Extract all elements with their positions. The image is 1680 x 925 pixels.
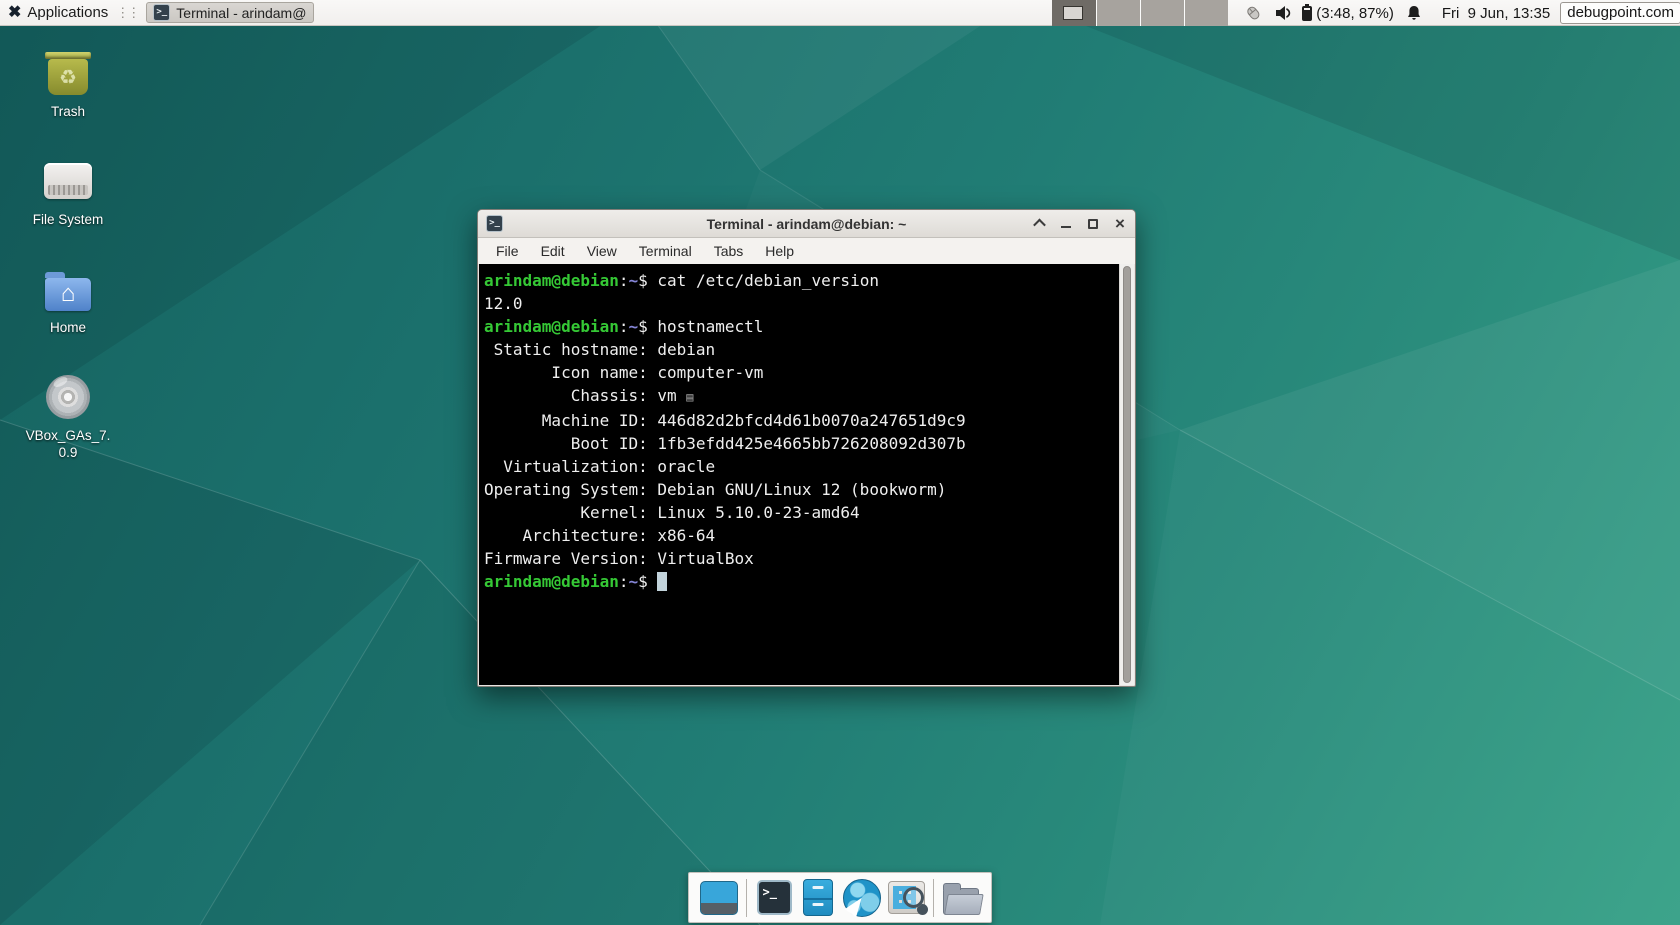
terminal-line: arindam@debian:~$ [484, 570, 1117, 593]
terminal-line: Static hostname: debian [484, 338, 1117, 361]
workspace-window-preview [1063, 6, 1083, 20]
disc-icon [46, 375, 90, 419]
workspace-4[interactable] [1184, 0, 1228, 26]
menu-item-view[interactable]: View [577, 240, 627, 262]
scrollbar-thumb[interactable] [1123, 266, 1131, 683]
desktop-icon-disc[interactable]: VBox_GAs_7.0.9 [16, 370, 120, 462]
show-desktop-icon [700, 881, 738, 915]
titlebar[interactable]: Terminal - arindam@debian: ~ × [478, 210, 1135, 238]
battery-indicator[interactable]: (3:48, 87%) [1302, 5, 1394, 22]
desktop-icon-label: File System [22, 212, 114, 229]
menubar: FileEditViewTerminalTabsHelp [478, 238, 1135, 264]
maximize-button[interactable] [1086, 217, 1100, 231]
folder-icon [943, 888, 979, 915]
applications-label: Applications [27, 4, 108, 21]
terminal-line: Icon name: computer-vm [484, 361, 1117, 384]
taskbar-button-terminal[interactable]: Terminal - arindam@de... [146, 2, 314, 23]
terminal-line: Firmware Version: VirtualBox [484, 547, 1117, 570]
battery-icon [1302, 6, 1312, 21]
xfce-logo-icon: ✖ [8, 5, 21, 21]
dock-item-web-browser[interactable] [840, 876, 884, 920]
minimize-button[interactable] [1059, 217, 1073, 231]
shade-button[interactable] [1032, 217, 1046, 231]
scrollbar[interactable] [1119, 264, 1134, 685]
terminal-line: Boot ID: 1fb3efdd425e4665bb726208092d307… [484, 432, 1117, 455]
terminal-line: Kernel: Linux 5.10.0-23-amd64 [484, 501, 1117, 524]
terminal-line: Architecture: x86-64 [484, 524, 1117, 547]
dock [688, 872, 992, 923]
menu-item-edit[interactable]: Edit [531, 240, 575, 262]
terminal-viewport[interactable]: arindam@debian:~$ cat /etc/debian_versio… [479, 264, 1119, 685]
terminal-body: arindam@debian:~$ cat /etc/debian_versio… [479, 264, 1134, 685]
menu-item-file[interactable]: File [486, 240, 529, 262]
dock-item-folder[interactable] [939, 876, 983, 920]
volume-icon[interactable] [1273, 3, 1293, 23]
desktop-icon-trash[interactable]: Trash [16, 46, 120, 121]
terminal-output: arindam@debian:~$ cat /etc/debian_versio… [484, 269, 1117, 593]
workspace-2[interactable] [1096, 0, 1140, 26]
panel-handle[interactable]: ⋮⋮ [116, 5, 138, 21]
filesystem-icon [44, 163, 92, 199]
dock-separator [746, 879, 747, 917]
terminal-line: Operating System: Debian GNU/Linux 12 (b… [484, 478, 1117, 501]
workspace-1[interactable] [1052, 0, 1096, 26]
menu-item-help[interactable]: Help [755, 240, 804, 262]
workspace-3[interactable] [1140, 0, 1184, 26]
genmon-widget[interactable]: debugpoint.com [1560, 2, 1680, 24]
desktop-icon-label: VBox_GAs_7.0.9 [22, 428, 114, 462]
desktop-icon-filesystem[interactable]: File System [16, 154, 120, 229]
taskbar-button-label: Terminal - arindam@de... [176, 5, 307, 21]
notification-bell-icon[interactable] [1405, 4, 1423, 22]
terminal-line: Chassis: vm ▤ [484, 384, 1117, 409]
dock-item-show-desktop[interactable] [697, 876, 741, 920]
chevron-up-icon [1033, 219, 1046, 232]
desktop-icon-label: Home [22, 320, 114, 337]
top-panel: ✖ Applications ⋮⋮ Terminal - arindam@de.… [0, 0, 1680, 26]
minimize-icon [1061, 226, 1071, 228]
desktop-icon-label: Trash [22, 104, 114, 121]
desktop-icon-home[interactable]: Home [16, 262, 120, 337]
dock-separator [933, 879, 934, 917]
terminal-line: Virtualization: oracle [484, 455, 1117, 478]
mouse-tray-icon[interactable] [1242, 2, 1264, 24]
terminal-line: 12.0 [484, 292, 1117, 315]
window-terminal-icon [486, 215, 503, 232]
dock-item-file-manager[interactable] [796, 876, 840, 920]
dock-item-terminal[interactable] [752, 876, 796, 920]
terminal-line: Machine ID: 446d82d2bfcd4d61b0070a247651… [484, 409, 1117, 432]
dock-item-app-finder[interactable] [884, 876, 928, 920]
close-icon: × [1115, 215, 1125, 232]
clock[interactable]: Fri 9 Jun, 13:35 [1442, 5, 1550, 22]
panel-right-section: (3:48, 87%) Fri 9 Jun, 13:35 debugpoint.… [1052, 0, 1680, 26]
home-icon [45, 278, 91, 311]
terminal-line: arindam@debian:~$ cat /etc/debian_versio… [484, 269, 1117, 292]
terminal-line: arindam@debian:~$ hostnamectl [484, 315, 1117, 338]
battery-label: (3:48, 87%) [1316, 5, 1394, 22]
terminal-icon [153, 4, 170, 21]
maximize-icon [1088, 219, 1098, 229]
terminal-window: Terminal - arindam@debian: ~ × FileEditV… [477, 209, 1136, 687]
menu-item-tabs[interactable]: Tabs [704, 240, 754, 262]
trash-icon [48, 59, 88, 95]
app-finder-icon [888, 881, 925, 914]
terminal-icon [757, 880, 792, 915]
close-button[interactable]: × [1113, 217, 1127, 231]
terminal-cursor [657, 572, 667, 591]
applications-menu-button[interactable]: ✖ Applications [0, 0, 116, 25]
dock-items [697, 876, 983, 920]
window-controls: × [1032, 217, 1127, 231]
menu-item-terminal[interactable]: Terminal [629, 240, 702, 262]
file-manager-icon [803, 879, 833, 916]
workspace-pager [1052, 0, 1228, 26]
web-browser-icon [843, 879, 881, 917]
